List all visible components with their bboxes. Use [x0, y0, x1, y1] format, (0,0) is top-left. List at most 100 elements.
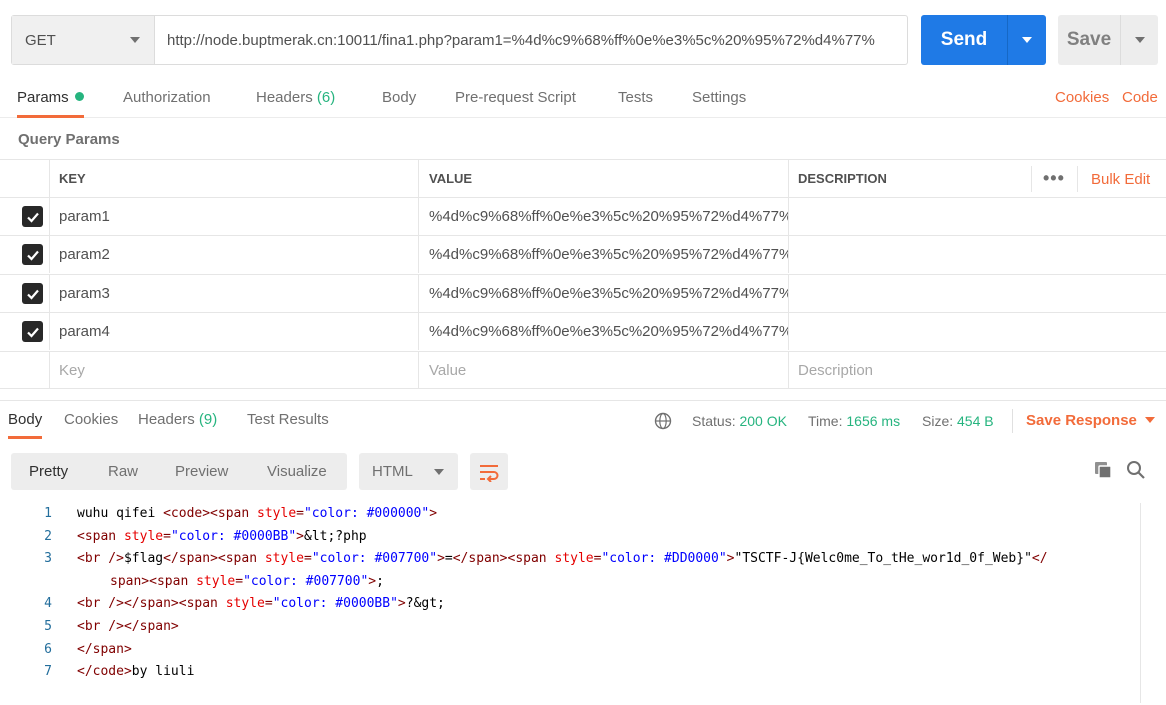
tab-tests[interactable]: Tests [618, 80, 653, 118]
status-readout: Status: 200 OK [692, 401, 787, 441]
tab-params[interactable]: Params [17, 80, 84, 118]
tab-body[interactable]: Body [382, 80, 416, 118]
line-number: 3 [44, 551, 52, 567]
view-raw[interactable]: Raw [108, 453, 138, 490]
wrap-lines-icon [480, 464, 499, 482]
code-token: = [235, 573, 244, 589]
tab-authorization[interactable]: Authorization [123, 80, 211, 118]
param-value[interactable]: %4d%c9%68%ff%0e%e3%5c%20%95%72%d4%77% [418, 236, 788, 273]
code-link[interactable]: Code [1122, 80, 1158, 118]
view-preview[interactable]: Preview [175, 453, 228, 490]
response-tabs: Body Cookies Headers (9) Test Results St… [0, 400, 1166, 441]
url-input[interactable]: http://node.buptmerak.cn:10011/fina1.php… [155, 16, 907, 64]
status-label: Status: [692, 413, 736, 429]
row-checkbox[interactable] [22, 283, 43, 304]
scrollbar-track[interactable] [1140, 503, 1141, 703]
code-token: </ [1031, 551, 1048, 567]
new-description-input[interactable]: Description [788, 352, 1166, 389]
code-token: > [437, 551, 445, 567]
code-token: &lt;?php [304, 528, 367, 544]
save-button[interactable]: Save [1058, 15, 1120, 65]
chevron-down-icon [130, 37, 140, 43]
code-text: <br />$flag</span><span style="color: #0… [77, 548, 1048, 571]
send-button-group: Send [921, 15, 1046, 65]
globe-icon[interactable] [654, 412, 672, 430]
save-response-button[interactable]: Save Response [1026, 401, 1155, 441]
row-checkbox[interactable] [22, 206, 43, 227]
size-value: 454 B [957, 413, 994, 429]
row-checkbox[interactable] [22, 321, 43, 342]
tab-headers[interactable]: Headers (6) [256, 80, 335, 118]
code-line: 4 <br /></span><span style="color: #0000B… [0, 593, 1140, 616]
tab-response-headers[interactable]: Headers (9) [138, 401, 217, 439]
code-token: ; [376, 573, 384, 589]
line-number: 6 [44, 641, 52, 657]
param-description[interactable] [788, 198, 1166, 235]
param-description[interactable] [788, 236, 1166, 273]
param-key[interactable]: param3 [49, 275, 418, 312]
code-token: > [397, 596, 406, 612]
checkmark-icon [26, 250, 39, 261]
more-options-icon[interactable]: ••• [1043, 160, 1065, 197]
table-row: param2 %4d%c9%68%ff%0e%e3%5c%20%95%72%d4… [0, 235, 1166, 273]
bulk-edit-link[interactable]: Bulk Edit [1091, 160, 1150, 199]
code-text: wuhu qifei <code><span style="color: #00… [77, 503, 437, 526]
param-value[interactable]: %4d%c9%68%ff%0e%e3%5c%20%95%72%d4%77% [418, 198, 788, 235]
view-mode-group: Pretty Raw Preview Visualize [11, 453, 347, 490]
line-number: 7 [44, 664, 52, 680]
tab-response-body[interactable]: Body [8, 401, 43, 439]
code-token: "color: #0000BB" [170, 528, 297, 544]
headers-count: (6) [316, 89, 336, 106]
code-token: style [225, 596, 265, 612]
save-options-button[interactable] [1120, 15, 1158, 65]
divider [1012, 409, 1013, 433]
new-key-input[interactable]: Key [49, 352, 418, 389]
tab-params-label: Params [17, 89, 69, 106]
send-button[interactable]: Send [921, 15, 1007, 65]
search-icon[interactable] [1126, 460, 1146, 480]
code-token: <span [77, 528, 124, 544]
code-token: "TSCTF-J{Welc0me_To_tHe_wor1d_0f_Web}" [734, 551, 1032, 567]
view-pretty[interactable]: Pretty [29, 453, 68, 490]
format-select[interactable]: HTML [359, 453, 458, 490]
code-token: style [196, 573, 236, 589]
tab-test-results[interactable]: Test Results [247, 401, 329, 439]
param-value[interactable]: %4d%c9%68%ff%0e%e3%5c%20%95%72%d4%77% [418, 313, 788, 350]
code-token: = [296, 506, 304, 521]
param-description[interactable] [788, 313, 1166, 350]
new-value-input[interactable]: Value [418, 352, 788, 389]
table-row: param1 %4d%c9%68%ff%0e%e3%5c%20%95%72%d4… [0, 197, 1166, 235]
param-key[interactable]: param1 [49, 198, 418, 235]
code-line: 5 <br /></span> [0, 616, 1140, 639]
param-value[interactable]: %4d%c9%68%ff%0e%e3%5c%20%95%72%d4%77% [418, 275, 788, 312]
param-key[interactable]: param2 [49, 236, 418, 273]
save-response-label: Save Response [1026, 412, 1137, 429]
code-line-wrapped: span><span style="color: #007700">; [0, 571, 1140, 594]
checkmark-icon [26, 212, 39, 223]
tab-prerequest-script[interactable]: Pre-request Script [455, 80, 576, 118]
view-visualize[interactable]: Visualize [267, 453, 327, 490]
code-token: "color: #007700" [243, 573, 369, 589]
code-token: "color: #0000BB" [272, 596, 398, 612]
method-label: GET [25, 31, 56, 49]
code-token: > [429, 506, 438, 521]
chevron-down-icon [1144, 417, 1155, 423]
tab-settings[interactable]: Settings [692, 80, 746, 118]
line-number: 4 [44, 596, 52, 612]
code-token: </span><span [452, 551, 555, 567]
param-description[interactable] [788, 275, 1166, 312]
code-text: <span style="color: #0000BB">&lt;?php [77, 526, 367, 549]
copy-icon[interactable] [1093, 460, 1113, 480]
code-line: 1 wuhu qifei <code><span style="color: #0… [0, 503, 1140, 526]
code-token: </span><span [163, 551, 265, 567]
response-code-viewer[interactable]: 1 wuhu qifei <code><span style="color: #0… [0, 503, 1140, 684]
cookies-link[interactable]: Cookies [1055, 80, 1109, 118]
row-checkbox[interactable] [22, 244, 43, 265]
tab-response-cookies[interactable]: Cookies [64, 401, 118, 439]
table-row: param4 %4d%c9%68%ff%0e%e3%5c%20%95%72%d4… [0, 312, 1166, 350]
send-options-button[interactable] [1007, 15, 1046, 65]
wrap-lines-button[interactable] [470, 453, 508, 490]
method-select[interactable]: GET [12, 16, 155, 64]
param-key[interactable]: param4 [49, 313, 418, 350]
code-line: 7 </code>by liuli [0, 661, 1140, 684]
